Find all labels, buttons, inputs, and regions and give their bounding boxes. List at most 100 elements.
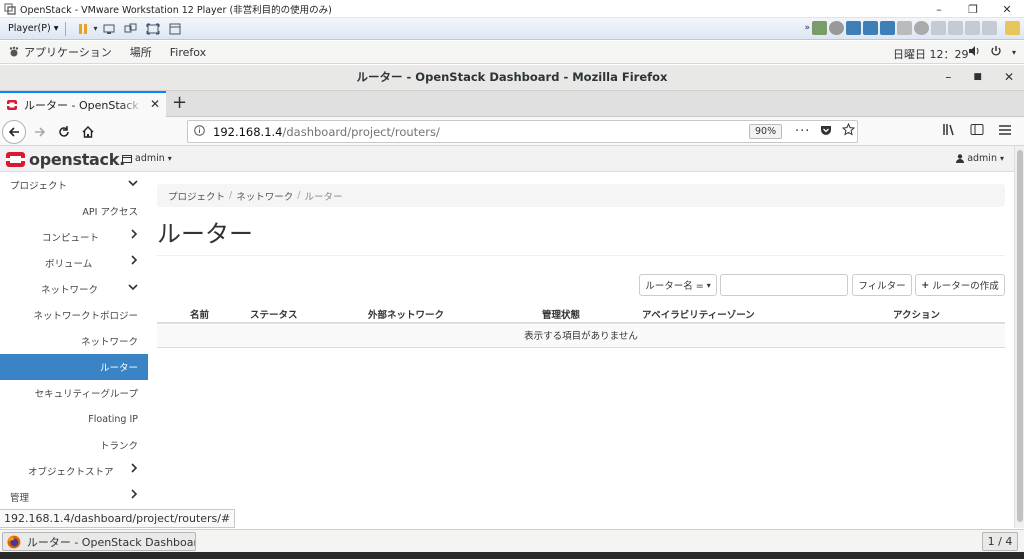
close-icon[interactable]: ✕ — [990, 0, 1024, 18]
sidebar-item-trunks[interactable]: トランク — [0, 432, 148, 458]
power-icon[interactable] — [990, 45, 1002, 60]
openstack-wordmark: openstack. — [29, 150, 125, 169]
sidebar-item-security-groups[interactable]: セキュリティーグループ — [0, 380, 148, 406]
taskbar-item-firefox[interactable]: ルーター - OpenStack Dashboard — [2, 532, 196, 551]
user-menu[interactable]: admin ▾ — [956, 153, 1004, 164]
sidebar-item-object-store[interactable]: オブジェクトストア — [0, 458, 148, 484]
zoom-indicator[interactable]: 90% — [749, 124, 783, 139]
page-scrollbar[interactable] — [1014, 146, 1024, 528]
display-icon[interactable] — [982, 21, 997, 35]
restore-icon[interactable]: ❐ — [956, 0, 990, 18]
clock[interactable]: 日曜日 12：29 — [893, 46, 969, 62]
firefox-window-title-bar: ルーター - OpenStack Dashboard - Mozilla Fir… — [0, 65, 1024, 91]
navigation-bar: 192.168.1.4/dashboard/project/routers/ 9… — [0, 117, 1024, 146]
maximize-icon[interactable]: ■ — [973, 65, 982, 89]
network-adapter-icon[interactable] — [846, 21, 861, 35]
column-header-name[interactable]: 名前 — [190, 307, 209, 321]
volume-icon[interactable] — [968, 45, 980, 60]
minimize-icon[interactable]: – — [945, 65, 951, 89]
workspace-indicator[interactable]: 1 / 4 — [982, 532, 1018, 551]
sidebar-nav: プロジェクト API アクセス コンピュート ボリューム ネットワーク ネットワ… — [0, 172, 148, 509]
breadcrumb-item-network[interactable]: ネットワーク — [236, 189, 293, 203]
tab-bar: ルーター - OpenStack Dashboard ✕ + — [0, 91, 1024, 117]
chevron-down-icon[interactable]: ▾ — [94, 24, 98, 33]
chevron-right-icon — [130, 463, 138, 476]
sidebar-item-routers[interactable]: ルーター — [0, 354, 148, 380]
sidebar-item-network[interactable]: ネットワーク — [0, 276, 148, 302]
host-taskbar-edge — [0, 552, 1024, 559]
user-name: admin — [967, 153, 997, 164]
close-icon[interactable]: ✕ — [1004, 65, 1014, 89]
forward-button[interactable] — [28, 120, 52, 144]
cd-drive-icon[interactable] — [829, 21, 844, 35]
pocket-icon[interactable] — [820, 124, 832, 139]
scrollbar-thumb[interactable] — [1017, 150, 1023, 522]
sidebar-item-network-topology[interactable]: ネットワークトポロジー — [0, 302, 148, 328]
column-header-availability-zone[interactable]: アベイラビリティーゾーン — [642, 307, 755, 321]
sidebar-item-networks[interactable]: ネットワーク — [0, 328, 148, 354]
tab-title: ルーター - OpenStack Dashboard — [24, 99, 144, 112]
unity-icon[interactable] — [123, 22, 139, 36]
page-actions-icon[interactable]: ··· — [795, 124, 810, 139]
openstack-logo[interactable]: openstack. — [6, 150, 125, 169]
caret-down-icon: ▾ — [167, 154, 172, 163]
minimize-icon[interactable]: – — [922, 0, 956, 18]
usb-icon[interactable] — [948, 21, 963, 35]
network-adapter-icon[interactable] — [880, 21, 895, 35]
home-button[interactable] — [76, 120, 100, 144]
filter-input[interactable] — [720, 274, 848, 296]
filter-button[interactable]: フィルター — [852, 274, 912, 296]
sound-card-icon[interactable] — [914, 21, 929, 35]
arrow-right-icon[interactable]: » — [804, 23, 810, 33]
message-log-icon[interactable] — [1005, 21, 1020, 35]
back-button[interactable] — [2, 120, 26, 144]
hamburger-menu-icon[interactable] — [998, 124, 1012, 139]
places-menu[interactable]: 場所 — [130, 44, 152, 60]
sidebar-item-project[interactable]: プロジェクト — [0, 172, 148, 198]
column-header-status[interactable]: ステータス — [250, 307, 298, 321]
url-bar[interactable]: 192.168.1.4/dashboard/project/routers/ 9… — [187, 120, 858, 143]
column-header-actions: アクション — [893, 310, 941, 321]
page-title: ルーター — [157, 220, 253, 248]
hard-disk-icon[interactable] — [812, 21, 827, 35]
close-tab-icon[interactable]: ✕ — [150, 97, 160, 111]
column-header-external-network[interactable]: 外部ネットワーク — [368, 307, 444, 321]
filter-field-select[interactable]: ルーター名 = ▾ — [639, 274, 717, 296]
reload-button[interactable] — [52, 120, 76, 144]
usb-icon[interactable] — [931, 21, 946, 35]
openstack-header: openstack. admin ▾ admin ▾ — [0, 146, 1014, 172]
create-router-button[interactable]: + ルーターの作成 — [915, 274, 1005, 296]
breadcrumb-item-project[interactable]: プロジェクト — [168, 189, 225, 203]
sidebar-item-floating-ip[interactable]: Floating IP — [0, 406, 148, 432]
sidebar-item-label: 管理 — [10, 493, 30, 504]
usb-icon[interactable] — [965, 21, 980, 35]
firefox-app-menu[interactable]: Firefox — [170, 46, 206, 59]
column-header-admin-state[interactable]: 管理状態 — [542, 307, 580, 321]
plus-icon: + — [921, 279, 930, 291]
vmware-toolbar: Player(P) ▾ ▾ » — [0, 18, 1024, 40]
breadcrumb: プロジェクト / ネットワーク / ルーター — [157, 184, 1005, 207]
network-adapter-icon[interactable] — [863, 21, 878, 35]
chevron-right-icon — [130, 255, 138, 268]
fullscreen-icon[interactable] — [145, 22, 161, 36]
send-ctrl-alt-del-icon[interactable] — [101, 22, 117, 36]
library-icon[interactable] — [942, 123, 956, 139]
applications-menu[interactable]: アプリケーション — [8, 44, 112, 60]
chevron-down-icon[interactable]: ▾ — [1012, 48, 1016, 57]
sidebar-toggle-icon[interactable] — [970, 123, 984, 139]
player-menu-button[interactable]: Player(P) ▾ — [8, 23, 59, 34]
sidebar-item-volumes[interactable]: ボリューム — [0, 250, 148, 276]
tab-routers[interactable]: ルーター - OpenStack Dashboard ✕ — [0, 91, 166, 117]
pause-icon[interactable] — [75, 22, 91, 36]
sidebar-item-admin[interactable]: 管理 — [0, 484, 148, 510]
vmware-logo-icon — [4, 2, 16, 15]
new-tab-button[interactable]: + — [172, 92, 187, 113]
site-info-icon[interactable] — [194, 124, 205, 139]
sidebar-item-api-access[interactable]: API アクセス — [0, 198, 148, 224]
sidebar-item-compute[interactable]: コンピュート — [0, 224, 148, 250]
printer-icon[interactable] — [897, 21, 912, 35]
project-selector[interactable]: admin ▾ — [122, 153, 172, 164]
library-icon[interactable] — [167, 22, 183, 36]
sidebar-item-label: プロジェクト — [10, 181, 68, 192]
bookmark-star-icon[interactable] — [842, 122, 856, 139]
